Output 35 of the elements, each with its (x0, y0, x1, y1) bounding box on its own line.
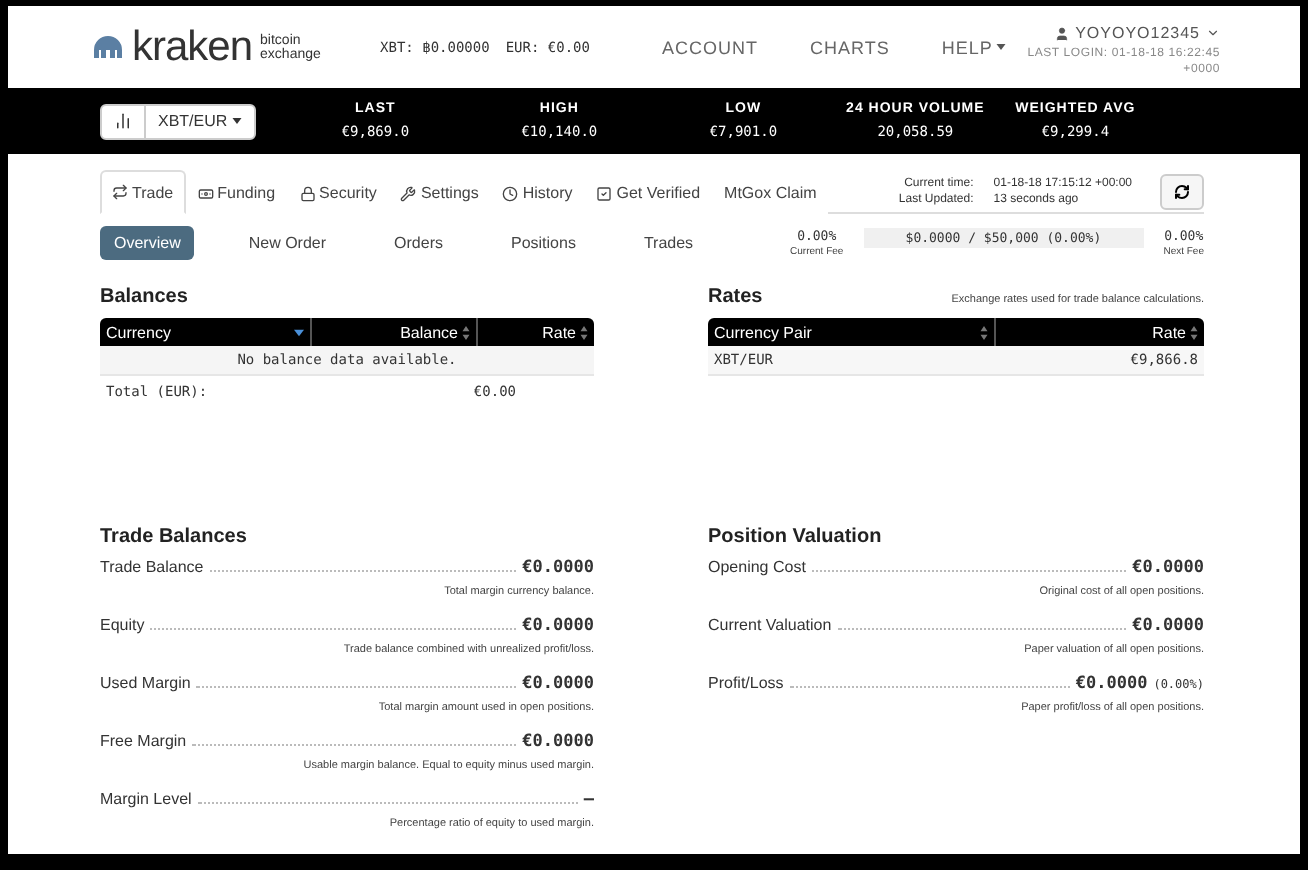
field-value: €0.0000 (522, 558, 594, 578)
section-title: Balances (100, 286, 190, 308)
column-header[interactable]: Currency Pair (708, 318, 994, 346)
section-title: Trade Balances (100, 526, 249, 548)
field-value: €0.0000 (1075, 674, 1148, 694)
field-label: Used Margin (100, 674, 191, 692)
field-label: Free Margin (100, 732, 187, 750)
field-label: Profit/Loss (708, 674, 784, 692)
field-label: Equity (100, 616, 145, 634)
pair-selector[interactable]: XBT/EUR (100, 103, 256, 139)
nav-link[interactable]: HELP (941, 37, 1007, 57)
field-label: Current Valuation (708, 616, 832, 634)
nav-link[interactable]: CHARTS (809, 37, 890, 57)
field-value: €0.0000 (1132, 558, 1204, 578)
field-value: €0.0000 (522, 616, 594, 636)
section-title: Rates (708, 286, 763, 308)
field-value: €0.0000 (522, 732, 594, 752)
field-label: Margin Level (100, 790, 192, 808)
field-label: Opening Cost (708, 558, 806, 576)
subtab[interactable]: Orders (380, 225, 457, 259)
field-value: €0.0000 (522, 674, 594, 694)
subtab[interactable]: Overview (100, 225, 195, 259)
logo-name: kraken (132, 26, 253, 68)
tab[interactable]: Trade (100, 170, 186, 214)
subtab[interactable]: Trades (629, 225, 708, 259)
field-label: Trade Balance (100, 558, 204, 576)
column-header[interactable]: Currency (100, 318, 310, 346)
nav-link[interactable]: ACCOUNT (661, 37, 758, 57)
section-title: Position Valuation (708, 526, 884, 548)
field-value: — (583, 790, 594, 810)
field-value: €0.0000 (1132, 616, 1204, 636)
user-menu[interactable]: YOYOYO12345 (1053, 24, 1220, 42)
tab[interactable]: Funding (185, 170, 288, 214)
subtab[interactable]: New Order (234, 225, 341, 259)
subtab[interactable]: Positions (496, 225, 590, 259)
